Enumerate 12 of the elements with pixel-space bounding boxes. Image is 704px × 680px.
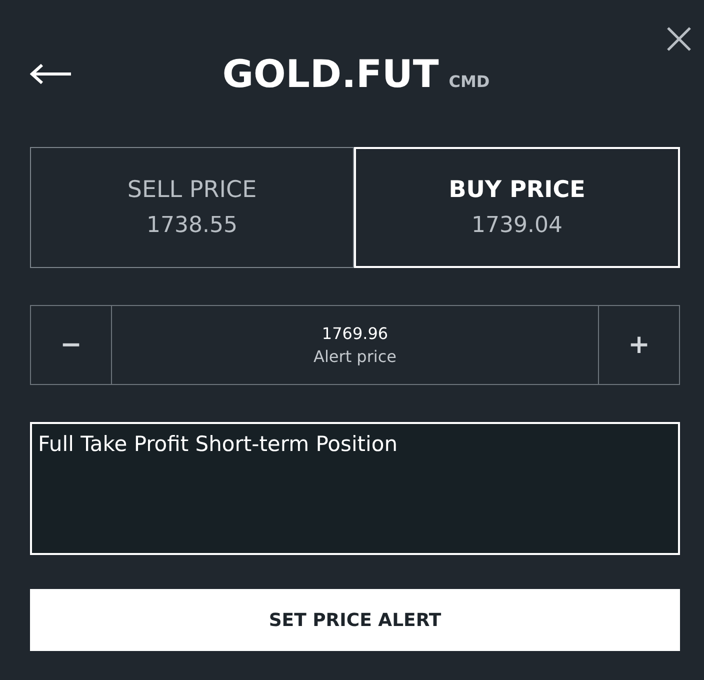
back-arrow-icon[interactable] bbox=[30, 62, 72, 84]
alert-price-label: Alert price bbox=[314, 347, 396, 366]
close-icon[interactable] bbox=[666, 26, 692, 52]
increase-button[interactable]: + bbox=[599, 306, 679, 384]
instrument-title: GOLD.FUT bbox=[222, 52, 439, 96]
instrument-type-tag: CMD bbox=[448, 72, 490, 90]
price-tab[interactable]: BUY PRICE 1739.04 bbox=[354, 147, 680, 268]
set-price-alert-button[interactable]: SET PRICE ALERT bbox=[30, 589, 680, 651]
alert-price-value: 1769.96 bbox=[322, 324, 388, 343]
note-field[interactable]: Full Take Profit Short-term Position bbox=[30, 422, 680, 555]
price-tab[interactable]: SELL PRICE 1738.55 bbox=[30, 147, 354, 268]
decrease-button[interactable]: − bbox=[31, 306, 111, 384]
